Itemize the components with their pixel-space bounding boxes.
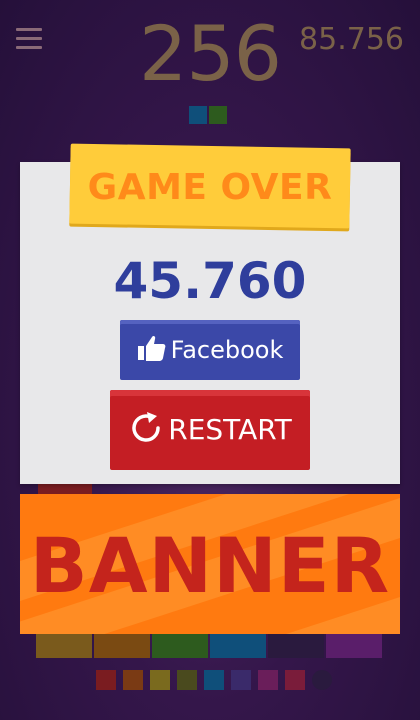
restart-button-label: RESTART [168,413,292,446]
board-cell [94,634,150,658]
facebook-share-button[interactable]: Facebook [120,320,300,380]
facebook-button-label: Facebook [170,336,284,364]
board-bottom-row [36,634,382,658]
game-over-title: GAME OVER [87,167,333,208]
color-palette [96,670,332,690]
current-score: 256 [138,9,282,98]
board-cell [210,634,266,658]
thumbs-up-icon [137,334,167,366]
palette-swatch [123,670,143,690]
final-score: 45.760 [113,252,307,310]
hamburger-menu-icon[interactable] [16,28,42,50]
board-cell [326,634,382,658]
palette-swatch [150,670,170,690]
best-score: 85.756 [299,22,404,57]
palette-swatch [204,670,224,690]
board-cell [268,634,324,658]
next-tiles-preview [189,106,227,124]
palette-swatch [258,670,278,690]
palette-swatch [312,670,332,690]
palette-swatch [96,670,116,690]
palette-swatch [231,670,251,690]
board-cell [36,634,92,658]
restart-arrow-icon [128,410,164,450]
board-tile [38,484,92,494]
next-tile-2 [209,106,227,124]
palette-swatch [177,670,197,690]
palette-swatch [285,670,305,690]
restart-button[interactable]: RESTART [110,390,310,470]
next-tile-1 [189,106,207,124]
board-cell [152,634,208,658]
ad-banner-text: BANNER [29,521,391,610]
